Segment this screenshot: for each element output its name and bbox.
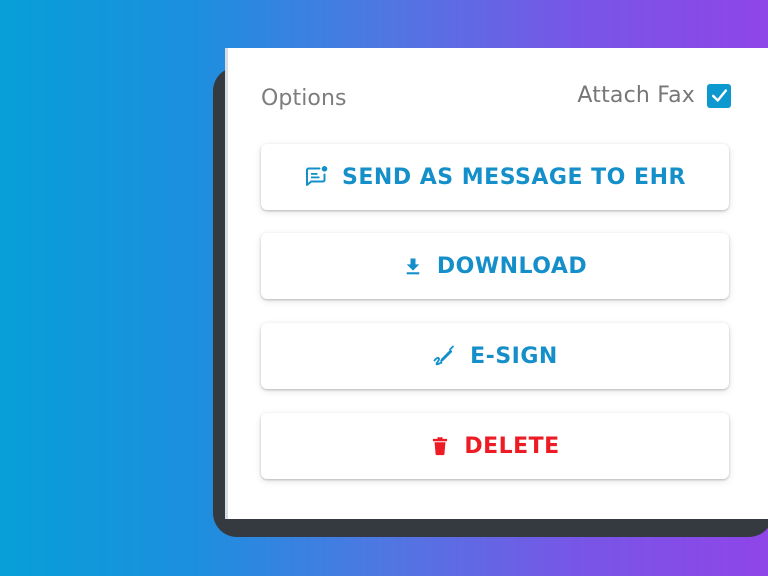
send-as-message-to-ehr-label: SEND AS MESSAGE TO EHR: [342, 164, 686, 190]
download-label: DOWNLOAD: [436, 253, 588, 279]
message-notification-icon: [304, 165, 328, 189]
send-as-message-to-ehr-button[interactable]: SEND AS MESSAGE TO EHR: [261, 144, 729, 210]
attach-fax-checkbox[interactable]: [707, 83, 731, 108]
options-label: Options: [261, 86, 347, 111]
trash-icon: [430, 435, 450, 457]
e-sign-button[interactable]: E-SIGN: [261, 323, 729, 389]
checkmark-icon: [711, 89, 727, 102]
delete-button[interactable]: DELETE: [261, 413, 729, 479]
attach-fax-toggle[interactable]: Attach Fax: [577, 83, 731, 108]
options-panel: Options Attach Fax SEND AS MESSAGE TO EH…: [228, 48, 768, 519]
download-button[interactable]: DOWNLOAD: [261, 233, 729, 299]
delete-label: DELETE: [464, 433, 560, 459]
attach-fax-label: Attach Fax: [577, 83, 695, 108]
options-header: Options Attach Fax: [261, 76, 731, 120]
e-sign-label: E-SIGN: [470, 343, 558, 369]
signature-icon: [432, 344, 456, 368]
download-icon: [403, 256, 423, 276]
